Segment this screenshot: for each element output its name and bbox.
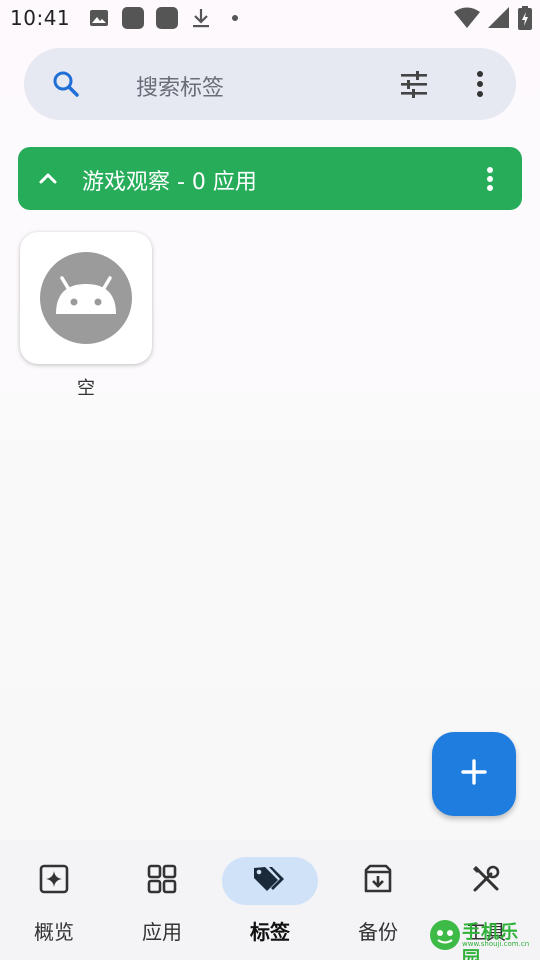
nav-item-overview[interactable]: 概览 <box>0 840 108 960</box>
tag-group-header[interactable]: 游戏观察 - 0 应用 <box>18 147 522 210</box>
watermark-text: 手机乐园 <box>462 922 519 960</box>
add-tag-button[interactable] <box>432 732 516 816</box>
nav-label: 应用 <box>142 920 182 944</box>
image-icon <box>88 7 110 29</box>
tag-group-title: 游戏观察 - 0 应用 <box>82 170 257 195</box>
signal-icon <box>488 7 510 33</box>
more-vert-icon[interactable] <box>476 163 504 195</box>
app-label: 空 <box>77 378 95 399</box>
dot-icon <box>224 7 246 29</box>
filter-sliders-icon[interactable] <box>398 68 430 100</box>
search-bar[interactable]: 搜索标签 <box>24 48 516 120</box>
watermark-subtext: www.shouji.com.cn <box>462 940 530 948</box>
active-indicator <box>222 857 318 905</box>
tools-icon <box>471 864 501 898</box>
search-icon[interactable] <box>50 68 82 100</box>
plus-icon <box>460 758 488 790</box>
search-input[interactable]: 搜索标签 <box>136 70 224 102</box>
nav-label: 备份 <box>358 920 398 944</box>
nav-item-apps[interactable]: 应用 <box>108 840 216 960</box>
app-square-icon <box>156 7 179 29</box>
app-tile[interactable] <box>20 232 152 364</box>
status-bar: 10:41 <box>0 0 540 36</box>
grid-icon <box>147 864 177 898</box>
download-icon <box>190 7 212 29</box>
nav-label: 概览 <box>34 920 74 944</box>
watermark-logo: 手机乐园 www.shouji.com.cn <box>428 914 532 960</box>
chevron-up-icon[interactable] <box>34 164 62 192</box>
tags-icon <box>252 864 288 898</box>
android-default-icon <box>38 250 134 346</box>
nav-label: 标签 <box>250 920 290 944</box>
battery-icon <box>518 6 532 34</box>
nav-item-backup[interactable]: 备份 <box>324 840 432 960</box>
app-square-icon <box>122 7 145 29</box>
more-vert-icon[interactable] <box>464 68 496 100</box>
notification-icons <box>88 7 246 29</box>
archive-icon <box>363 864 393 898</box>
sparkle-box-icon <box>39 864 69 898</box>
wifi-icon <box>454 7 480 33</box>
system-icons <box>454 6 532 34</box>
nav-item-tags[interactable]: 标签 <box>216 840 324 960</box>
status-time: 10:41 <box>10 6 71 30</box>
